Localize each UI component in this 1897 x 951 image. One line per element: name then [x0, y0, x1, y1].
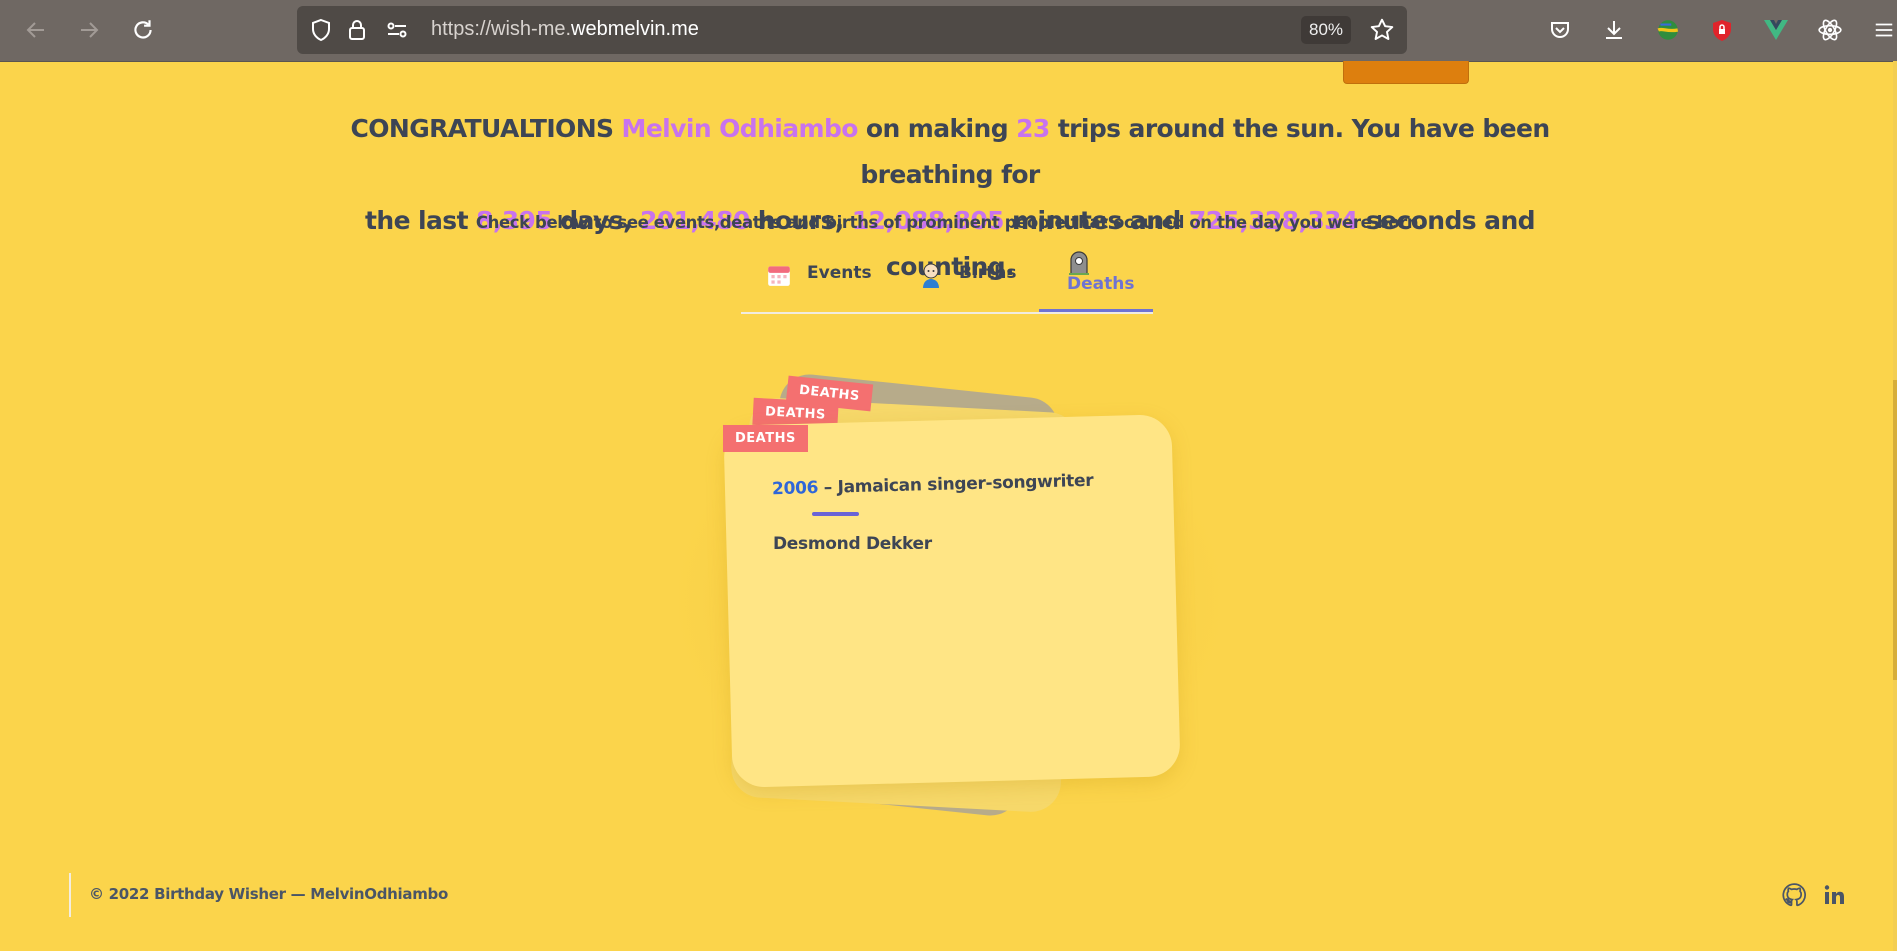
deaths-tag: DEATHS	[723, 425, 808, 452]
category-tabs: Events Births Deaths	[741, 251, 1153, 314]
card-underline	[812, 512, 859, 516]
tab-events-label: Events	[807, 263, 872, 283]
zoom-level[interactable]: 80%	[1301, 16, 1351, 44]
linkedin-icon[interactable]	[1820, 881, 1848, 909]
menu-icon[interactable]	[1868, 14, 1897, 46]
reload-icon[interactable]	[125, 12, 161, 48]
tab-births-label: Births	[959, 263, 1017, 283]
github-icon[interactable]	[1780, 881, 1808, 909]
card-person-name: Desmond Dekker	[773, 534, 932, 554]
footer-divider	[69, 873, 71, 917]
address-bar[interactable]: https://wish-me.webmelvin.me 80%	[297, 6, 1407, 54]
headline-text: on making	[857, 114, 1017, 143]
forward-icon[interactable]	[71, 12, 107, 48]
url-text[interactable]: https://wish-me.webmelvin.me	[431, 18, 699, 41]
trips-count: 23	[1016, 114, 1050, 143]
instructions-subtitle: Check below to see events,deaths and bir…	[475, 213, 1425, 232]
url-domain: webmelvin.me	[571, 18, 699, 40]
user-name: Melvin Odhiambo	[621, 114, 859, 143]
browser-toolbar: https://wish-me.webmelvin.me 80%	[0, 0, 1897, 62]
shield-icon[interactable]	[309, 18, 333, 46]
death-card	[723, 414, 1181, 788]
react-devtools-icon[interactable]	[1814, 14, 1846, 46]
tab-births[interactable]: Births	[891, 252, 1039, 312]
extension-globe-icon[interactable]	[1652, 14, 1684, 46]
tab-deaths-label: Deaths	[1067, 274, 1135, 294]
url-prefix: https://wish-me.	[431, 18, 572, 40]
headline-text: CONGRATUALTIONS	[350, 114, 622, 143]
download-icon[interactable]	[1598, 14, 1630, 46]
back-icon[interactable]	[18, 12, 54, 48]
vue-devtools-icon[interactable]	[1760, 14, 1792, 46]
pocket-icon[interactable]	[1544, 14, 1576, 46]
tab-events[interactable]: Events	[741, 252, 891, 312]
extension-shield-icon[interactable]	[1706, 14, 1738, 46]
bookmark-star-icon[interactable]	[1369, 17, 1395, 47]
top-action-button[interactable]	[1343, 61, 1469, 84]
lock-icon[interactable]	[345, 18, 369, 46]
card-year: 2006	[771, 478, 819, 500]
card-separator: –	[817, 477, 838, 498]
baby-icon	[919, 262, 943, 292]
active-tab-indicator	[1039, 309, 1153, 312]
permissions-icon[interactable]	[385, 18, 409, 46]
scrollbar-thumb[interactable]	[1893, 380, 1897, 680]
tab-deaths[interactable]: Deaths	[1039, 251, 1153, 312]
calendar-icon	[766, 262, 792, 292]
footer-copyright: © 2022 Birthday Wisher — MelvinOdhiambo	[89, 885, 448, 903]
